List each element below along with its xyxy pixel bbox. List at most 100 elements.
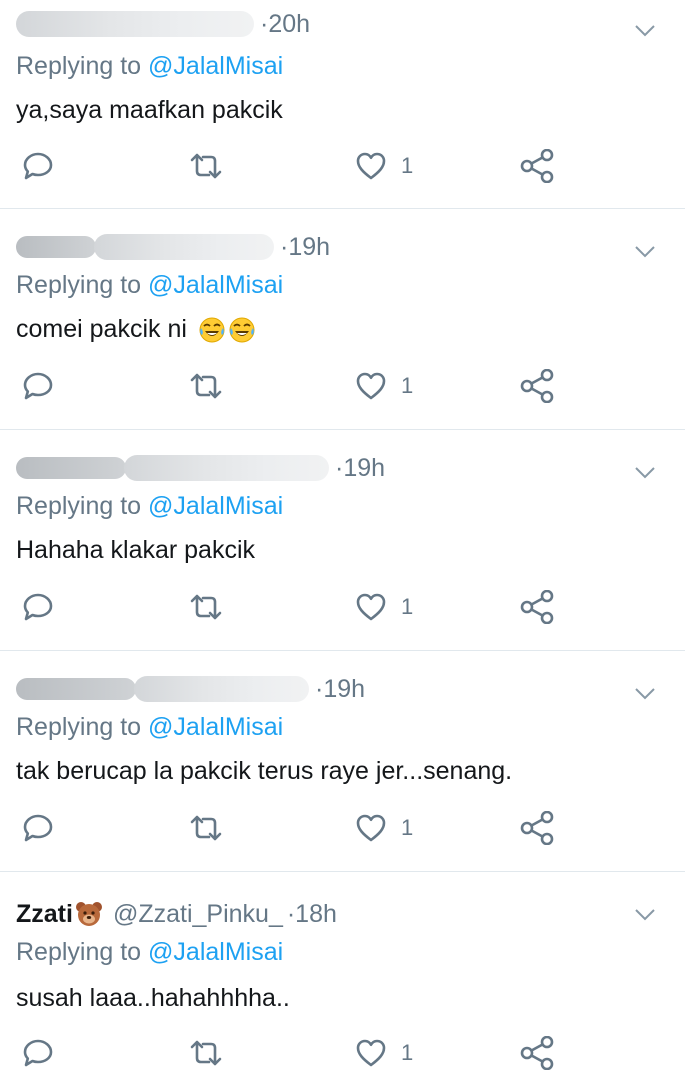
blurred-display-name — [16, 457, 126, 479]
like-button[interactable]: 1 — [355, 366, 413, 406]
share-icon — [520, 1036, 554, 1070]
reply-button[interactable] — [22, 146, 54, 186]
replying-to: Replying to @JalalMisai — [16, 271, 283, 300]
like-count: 1 — [401, 594, 414, 619]
like-count: 1 — [401, 815, 414, 840]
tweet-3[interactable]: ·19h Replying to @JalalMisai Hahaha klak… — [0, 430, 685, 650]
tweet-actions: 1 — [0, 146, 685, 186]
tweet-actions: 1 — [0, 1033, 685, 1073]
face-with-tears-of-joy-icon — [229, 317, 255, 343]
mention-link[interactable]: @JalalMisai — [148, 52, 283, 80]
replying-to: Replying to @JalalMisai — [16, 938, 283, 967]
replying-to-label: Replying to — [16, 271, 142, 299]
like-icon — [356, 593, 386, 621]
tweet-2[interactable]: ·19h Replying to @JalalMisai comei pakci… — [0, 209, 685, 429]
like-icon — [356, 152, 386, 180]
tweet-text: comei pakcik ni — [16, 315, 256, 344]
share-button[interactable] — [519, 808, 555, 848]
mention-link[interactable]: @JalalMisai — [148, 713, 283, 741]
chevron-down-icon[interactable] — [635, 904, 655, 924]
chevron-down-icon[interactable] — [635, 20, 655, 40]
replying-to-label: Replying to — [16, 713, 142, 741]
display-name[interactable]: Zzati — [16, 900, 73, 929]
tweet-text-content: susah laaa..hahahhhha.. — [16, 984, 290, 1012]
reply-button[interactable] — [22, 808, 54, 848]
mention-link[interactable]: @JalalMisai — [148, 492, 283, 520]
like-count: 1 — [401, 373, 414, 398]
reply-icon — [23, 1039, 53, 1067]
blurred-username — [94, 234, 274, 260]
tweet-text-content: comei pakcik ni — [16, 315, 187, 343]
share-button[interactable] — [519, 1033, 555, 1073]
tweet-header: ·19h — [16, 229, 330, 265]
share-icon — [520, 811, 554, 845]
reply-icon — [23, 593, 53, 621]
bear-face-icon — [75, 902, 102, 926]
share-button[interactable] — [519, 146, 555, 186]
face-with-tears-of-joy-icon — [199, 317, 225, 343]
like-button[interactable]: 1 — [355, 146, 413, 186]
retweet-button[interactable] — [188, 1033, 224, 1073]
replying-to: Replying to @JalalMisai — [16, 492, 283, 521]
retweet-button[interactable] — [188, 808, 224, 848]
tweet-1[interactable]: ·20h Replying to @JalalMisai ya,saya maa… — [0, 0, 685, 208]
reply-button[interactable] — [22, 587, 54, 627]
blurred-username — [124, 455, 329, 481]
like-button[interactable]: 1 — [355, 587, 413, 627]
tweet-text-content: tak berucap la pakcik terus raye jer...s… — [16, 757, 513, 785]
tweet-header: ·19h — [16, 450, 385, 486]
reply-button[interactable] — [22, 1033, 54, 1073]
mention-link[interactable]: @JalalMisai — [148, 938, 283, 966]
chevron-down-icon[interactable] — [635, 462, 655, 482]
like-button[interactable]: 1 — [355, 808, 413, 848]
retweet-button[interactable] — [188, 146, 224, 186]
tweet-time: ·19h — [335, 453, 386, 482]
retweet-button[interactable] — [188, 587, 224, 627]
tweet-header: ·19h — [16, 671, 365, 707]
tweet-header: ·20h — [16, 6, 310, 42]
tweet-header: Zzati @Zzati_Pinku_ ·18h — [16, 896, 337, 932]
retweet-icon — [190, 153, 222, 179]
tweet-actions: 1 — [0, 366, 685, 406]
like-icon — [356, 372, 386, 400]
replying-to: Replying to @JalalMisai — [16, 52, 283, 81]
share-button[interactable] — [519, 366, 555, 406]
retweet-icon — [190, 815, 222, 841]
retweet-icon — [190, 1040, 222, 1066]
blurred-display-name — [16, 236, 96, 258]
bear-face-icon — [75, 900, 103, 928]
tweet-text: tak berucap la pakcik terus raye jer...s… — [16, 757, 512, 786]
tweet-text-content: ya,saya maafkan pakcik — [16, 96, 283, 124]
user-handle[interactable]: @Zzati_Pinku_ — [113, 900, 283, 929]
blurred-username — [16, 11, 254, 37]
tweet-4[interactable]: ·19h Replying to @JalalMisai tak berucap… — [0, 651, 685, 871]
like-button[interactable]: 1 — [355, 1033, 413, 1073]
blurred-username — [134, 676, 309, 702]
share-icon — [520, 369, 554, 403]
mention-link[interactable]: @JalalMisai — [148, 271, 283, 299]
tweet-text: ya,saya maafkan pakcik — [16, 96, 283, 125]
chevron-down-icon[interactable] — [635, 241, 655, 261]
share-icon — [520, 590, 554, 624]
replying-to-label: Replying to — [16, 938, 142, 966]
tweet-actions: 1 — [0, 587, 685, 627]
share-button[interactable] — [519, 587, 555, 627]
replying-to: Replying to @JalalMisai — [16, 713, 283, 742]
tweet-text: Hahaha klakar pakcik — [16, 536, 255, 565]
tweet-text-content: Hahaha klakar pakcik — [16, 536, 256, 564]
tweet-time: ·18h — [286, 899, 337, 928]
tweet-time: ·20h — [260, 9, 311, 38]
reply-button[interactable] — [22, 366, 54, 406]
replying-to-label: Replying to — [16, 492, 142, 520]
tweet-time: ·19h — [315, 674, 366, 703]
tweet-text: susah laaa..hahahhhha.. — [16, 984, 290, 1013]
chevron-down-icon[interactable] — [635, 683, 655, 703]
tweet-5[interactable]: Zzati @Zzati_Pinku_ ·18h Replying to @Ja… — [0, 872, 685, 1080]
retweet-button[interactable] — [188, 366, 224, 406]
retweet-icon — [190, 594, 222, 620]
reply-icon — [23, 152, 53, 180]
tweet-time: ·19h — [280, 232, 331, 261]
like-icon — [356, 1039, 386, 1067]
retweet-icon — [190, 373, 222, 399]
reply-icon — [23, 814, 53, 842]
